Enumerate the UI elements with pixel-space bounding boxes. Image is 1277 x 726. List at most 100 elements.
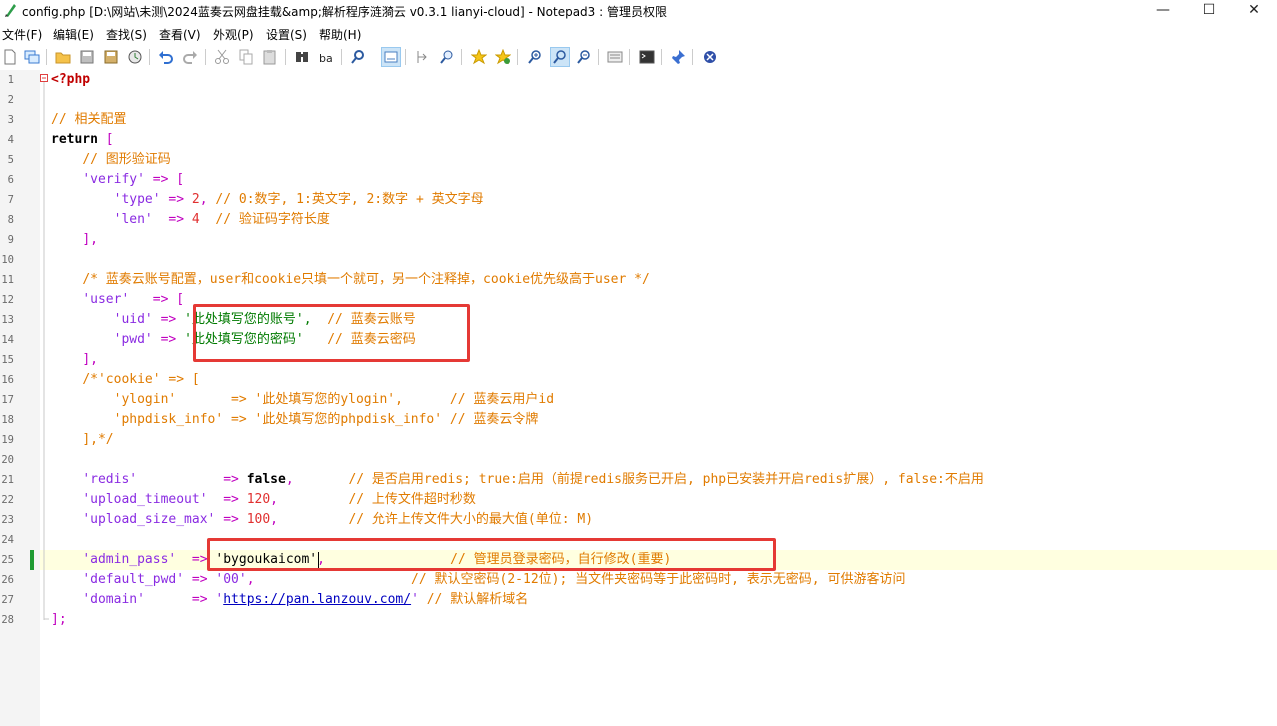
menu-settings[interactable]: 设置(S) (266, 26, 307, 43)
line-number: 8 (7, 214, 14, 226)
line-number: 27 (1, 594, 14, 606)
line-number: 2 (7, 94, 14, 106)
line-number: 1 (7, 74, 14, 86)
close-button[interactable]: ✕ (1231, 0, 1277, 22)
schema-icon[interactable] (605, 47, 625, 67)
zoom-search-icon[interactable] (437, 47, 457, 67)
code-line-19: ],*/ (82, 432, 114, 447)
code-line-17: 'ylogin' => '此处填写您的ylogin', // 蓝奏云用户id (113, 392, 555, 407)
fold-marker (40, 74, 49, 620)
code-line-11: /* 蓝奏云账号配置，user和cookie只填一个就可，另一个注释掉，cook… (82, 272, 650, 287)
line-number: 16 (1, 374, 14, 386)
code-line-18: 'phpdisk_info' => '此处填写您的phpdisk_info' /… (113, 412, 539, 427)
code-line-9: ], (82, 232, 98, 247)
goto-icon[interactable] (413, 47, 433, 67)
line-number: 11 (1, 274, 14, 286)
word-wrap-icon[interactable] (381, 47, 401, 67)
pin-icon[interactable] (668, 47, 688, 67)
new-file-icon[interactable] (0, 47, 20, 67)
undo-icon[interactable] (156, 47, 176, 67)
code-line-5: // 图形验证码 (82, 152, 171, 167)
replace-icon[interactable]: ba (316, 47, 336, 67)
toolbar: ba (0, 45, 1277, 69)
close-file-icon[interactable] (700, 47, 720, 67)
code-line-21: 'redis' => false, // 是否启用redis; true:启用（… (82, 472, 984, 487)
toolbar-separator (598, 49, 599, 65)
paste-icon[interactable] (260, 47, 280, 67)
favorite-add-icon[interactable] (469, 47, 489, 67)
find-in-files-icon[interactable] (348, 47, 368, 67)
line-number: 24 (1, 534, 14, 546)
toolbar-separator (517, 49, 518, 65)
toolbar-separator (405, 49, 406, 65)
toolbar-separator (692, 49, 693, 65)
favorite-icon[interactable] (493, 47, 513, 67)
code-line-3: // 相关配置 (51, 112, 127, 127)
line-number: 25 (1, 554, 14, 566)
redo-icon[interactable] (180, 47, 200, 67)
domain-url-link[interactable]: https://pan.lanzouv.com/ (223, 592, 411, 607)
open-folder-icon[interactable] (53, 47, 73, 67)
menu-appearance[interactable]: 外观(P) (213, 26, 254, 43)
line-number: 28 (1, 614, 14, 626)
code-line-27: 'domain' => 'https://pan.lanzouv.com/' /… (82, 592, 529, 607)
code-line-1: <?php (51, 72, 91, 87)
toolbar-separator (341, 49, 342, 65)
code-line-28: ]; (51, 612, 67, 627)
toolbar-separator (149, 49, 150, 65)
line-number: 23 (1, 514, 14, 526)
open-window-icon[interactable] (22, 47, 42, 67)
editor-area[interactable]: 1 2 3 4 5 6 7 8 9 10 11 12 13 14 15 16 17 18 19 20 21 22 23 24 2… (0, 70, 1277, 726)
code-line-4: return [ (51, 132, 114, 147)
toolbar-separator (205, 49, 206, 65)
menu-help[interactable]: 帮助(H) (319, 26, 361, 43)
menu-edit[interactable]: 编辑(E) (53, 26, 94, 43)
line-number: 3 (7, 114, 14, 126)
menu-bar: 文件(F) 编辑(E) 查找(S) 查看(V) 外观(P) 设置(S) 帮助(H… (0, 24, 1277, 44)
minimize-button[interactable]: — (1140, 0, 1186, 22)
zoom-out-icon[interactable] (574, 47, 594, 67)
code-line-26: 'default_pwd' => '00', // 默认空密码(2-12位); … (82, 572, 906, 587)
change-marker (30, 550, 34, 570)
highlight-box-admin-pass (207, 538, 776, 571)
toolbar-separator (629, 49, 630, 65)
zoom-reset-icon[interactable] (550, 47, 570, 67)
line-number: 14 (1, 334, 14, 346)
line-number: 18 (1, 414, 14, 426)
code-line-6: 'verify' => [ (82, 172, 185, 187)
line-number: 10 (1, 254, 14, 266)
line-number: 12 (1, 294, 14, 306)
terminal-icon[interactable] (637, 47, 657, 67)
save-copy-icon[interactable] (125, 47, 145, 67)
line-number: 4 (7, 134, 14, 146)
copy-icon[interactable] (236, 47, 256, 67)
line-number: 21 (1, 474, 14, 486)
find-icon[interactable] (292, 47, 312, 67)
menu-file[interactable]: 文件(F) (2, 26, 42, 43)
line-number: 7 (7, 194, 14, 206)
notepad3-app-icon (5, 4, 16, 17)
maximize-button[interactable]: ☐ (1186, 0, 1232, 22)
svg-text:ba: ba (319, 52, 333, 65)
toolbar-separator (661, 49, 662, 65)
save-icon[interactable] (77, 47, 97, 67)
line-number: 9 (7, 234, 14, 246)
code-line-7: 'type' => 2, // 0:数字, 1:英文字, 2:数字 + 英文字母 (113, 192, 484, 207)
toolbar-separator (46, 49, 47, 65)
line-number: 20 (1, 454, 14, 466)
save-as-icon[interactable] (101, 47, 121, 67)
code-line-8: 'len' => 4 // 验证码字符长度 (113, 212, 330, 227)
menu-view[interactable]: 查看(V) (159, 26, 201, 43)
cut-icon[interactable] (212, 47, 232, 67)
line-number: 15 (1, 354, 14, 366)
code-line-15: ], (82, 352, 98, 367)
zoom-in-icon[interactable] (525, 47, 545, 67)
line-number: 17 (1, 394, 14, 406)
code-line-22: 'upload_timeout' => 120, // 上传文件超时秒数 (82, 492, 476, 507)
code-line-12: 'user' => [ (82, 292, 185, 307)
menu-find[interactable]: 查找(S) (106, 26, 147, 43)
highlight-box-account (193, 304, 470, 362)
line-number: 5 (7, 154, 14, 166)
title-bar: config.php [D:\网站\未测\2024蓝奏云网盘挂载&amp;解析程… (0, 0, 1277, 22)
window-title: config.php [D:\网站\未测\2024蓝奏云网盘挂载&amp;解析程… (22, 5, 667, 19)
